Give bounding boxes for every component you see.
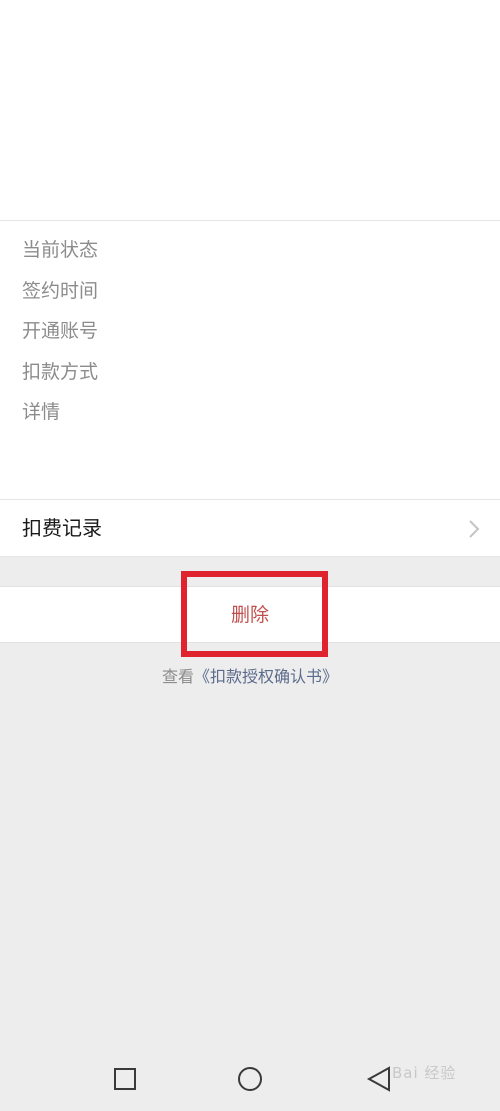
delete-button[interactable]: 删除 <box>0 602 500 628</box>
square-icon[interactable] <box>112 1066 138 1092</box>
delete-bar: 删除 <box>0 586 500 643</box>
authorization-prefix: 查看 <box>161 667 194 686</box>
detail-label-payment-method: 扣款方式 <box>22 361 99 383</box>
detail-label-sign-time: 签约时间 <box>22 280 99 302</box>
deduction-record-row[interactable]: 扣费记录 <box>0 499 500 557</box>
chevron-right-icon <box>469 520 480 538</box>
contract-details-card: 当前状态 签约时间 开通账号 扣款方式 详情 <box>0 220 500 499</box>
detail-label-current-status: 当前状态 <box>22 239 99 261</box>
deduction-record-label: 扣费记录 <box>22 516 102 540</box>
watermark-text: Bai 经验 <box>392 1064 457 1082</box>
circle-icon[interactable] <box>237 1066 263 1092</box>
header-blank-area <box>0 0 500 220</box>
detail-label-details: 详情 <box>22 401 61 423</box>
authorization-document-link[interactable]: 《扣款授权确认书》 <box>194 667 338 686</box>
authorization-line: 查看《扣款授权确认书》 <box>0 665 500 689</box>
triangle-back-icon[interactable] <box>366 1066 392 1092</box>
detail-label-account: 开通账号 <box>22 320 99 342</box>
